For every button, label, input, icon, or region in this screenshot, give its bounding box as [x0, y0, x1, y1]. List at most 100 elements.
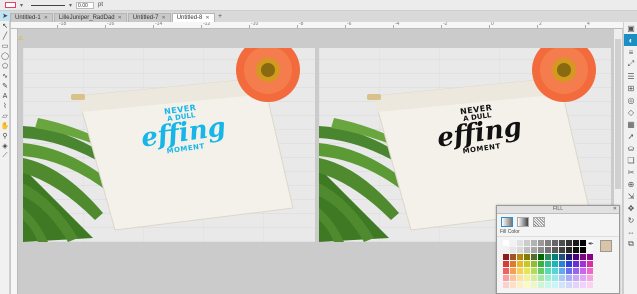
color-swatch[interactable]: [545, 282, 551, 288]
gradient-fill-button[interactable]: [517, 216, 529, 227]
color-swatch[interactable]: [566, 261, 572, 267]
library-icon[interactable]: ▦: [624, 118, 637, 130]
line-style-dropdown-icon[interactable]: ▾: [69, 2, 72, 9]
color-swatch[interactable]: [524, 261, 530, 267]
color-swatch[interactable]: [580, 275, 586, 281]
group-icon[interactable]: ⧉: [624, 238, 637, 250]
color-swatch[interactable]: [517, 261, 523, 267]
color-swatch[interactable]: [580, 254, 586, 260]
color-swatch[interactable]: [538, 268, 544, 274]
close-icon[interactable]: ✕: [161, 14, 165, 22]
color-swatch[interactable]: [552, 247, 558, 253]
pen-icon[interactable]: ✎: [0, 81, 10, 91]
add-tab-icon[interactable]: +: [216, 13, 225, 22]
color-swatch[interactable]: [538, 282, 544, 288]
line-style-sample[interactable]: [31, 4, 66, 6]
color-swatch[interactable]: [580, 268, 586, 274]
color-swatch[interactable]: [552, 254, 558, 260]
color-swatch[interactable]: [531, 261, 537, 267]
color-swatch[interactable]: [545, 247, 551, 253]
page-setup-icon[interactable]: ▣: [624, 22, 637, 34]
curve-icon[interactable]: ∿: [0, 71, 10, 81]
mirror-icon[interactable]: ⇔: [624, 226, 637, 238]
fill-bucket-icon[interactable]: ◈: [0, 141, 10, 151]
color-swatch[interactable]: [559, 247, 565, 253]
pattern-fill-button[interactable]: [533, 216, 545, 227]
close-icon[interactable]: ✕: [44, 14, 48, 22]
select-arrow-icon[interactable]: ➤: [0, 11, 10, 21]
color-swatch[interactable]: [503, 254, 509, 260]
color-swatch[interactable]: [517, 268, 523, 274]
color-swatch[interactable]: [573, 254, 579, 260]
rectangle-icon[interactable]: ▭: [0, 41, 10, 51]
color-swatch[interactable]: [545, 240, 551, 246]
tab-untitled-8[interactable]: Untitled-8 ✕: [171, 13, 215, 22]
color-swatch[interactable]: [510, 254, 516, 260]
selected-color-swatch[interactable]: [600, 240, 612, 252]
color-swatch[interactable]: [573, 247, 579, 253]
color-swatch[interactable]: [566, 240, 572, 246]
color-swatch[interactable]: [552, 275, 558, 281]
color-swatch[interactable]: [559, 268, 565, 274]
color-swatch[interactable]: [517, 254, 523, 260]
fill-icon[interactable]: ◐: [624, 34, 637, 46]
color-swatch[interactable]: [510, 275, 516, 281]
color-swatch[interactable]: [566, 247, 572, 253]
color-swatch[interactable]: [552, 261, 558, 267]
color-swatch[interactable]: [573, 282, 579, 288]
color-swatch[interactable]: [559, 261, 565, 267]
color-swatch[interactable]: [545, 261, 551, 267]
ellipse-icon[interactable]: ◯: [0, 51, 10, 61]
close-icon[interactable]: ✕: [205, 14, 209, 22]
color-swatch[interactable]: [538, 275, 544, 281]
color-swatch[interactable]: [503, 268, 509, 274]
color-swatch[interactable]: [524, 240, 530, 246]
color-swatch[interactable]: [573, 261, 579, 267]
rotate-icon[interactable]: ↻: [624, 214, 637, 226]
color-swatch[interactable]: [573, 268, 579, 274]
color-swatch[interactable]: [510, 261, 516, 267]
color-swatch[interactable]: [552, 240, 558, 246]
close-icon[interactable]: ✕: [118, 14, 122, 22]
weld-icon[interactable]: ⊕: [624, 178, 637, 190]
color-swatch[interactable]: [566, 268, 572, 274]
mockup-image-blue[interactable]: NEVER A DULL effing MOMENT: [23, 48, 315, 242]
color-swatch[interactable]: [503, 247, 509, 253]
polygon-icon[interactable]: ⬠: [0, 61, 10, 71]
knife-icon[interactable]: ⌇: [0, 101, 10, 111]
solid-fill-button[interactable]: [501, 216, 513, 227]
color-swatch[interactable]: [517, 282, 523, 288]
color-swatch[interactable]: [503, 275, 509, 281]
color-swatch[interactable]: [531, 268, 537, 274]
color-swatch[interactable]: [524, 254, 530, 260]
color-swatch[interactable]: [517, 247, 523, 253]
move-icon[interactable]: ✥: [624, 202, 637, 214]
store-icon[interactable]: ⛀: [624, 142, 637, 154]
color-swatch[interactable]: [552, 268, 558, 274]
color-swatch[interactable]: [545, 268, 551, 274]
align-icon[interactable]: ☰: [624, 70, 637, 82]
line-icon[interactable]: ╱: [0, 31, 10, 41]
color-swatch[interactable]: [580, 240, 586, 246]
color-swatch[interactable]: [559, 275, 565, 281]
color-swatch[interactable]: [566, 282, 572, 288]
color-swatch[interactable]: [538, 240, 544, 246]
color-swatch[interactable]: [538, 254, 544, 260]
close-icon[interactable]: ✕: [613, 206, 617, 213]
color-swatch[interactable]: [524, 247, 530, 253]
color-swatch[interactable]: [587, 261, 593, 267]
color-swatch[interactable]: [559, 282, 565, 288]
color-swatch[interactable]: [524, 275, 530, 281]
replicate-icon[interactable]: ⊞: [624, 82, 637, 94]
color-swatch[interactable]: [510, 268, 516, 274]
node-edit-icon[interactable]: ↖: [0, 21, 10, 31]
color-swatch[interactable]: [503, 240, 509, 246]
eyedropper-icon[interactable]: ⟋: [0, 151, 10, 161]
color-swatch[interactable]: [538, 261, 544, 267]
pan-icon[interactable]: ✋: [0, 121, 10, 131]
zoom-icon[interactable]: ⚲: [0, 131, 10, 141]
color-swatch[interactable]: [531, 254, 537, 260]
fill-panel-header[interactable]: FILL ✕: [497, 206, 619, 214]
color-swatch[interactable]: [538, 247, 544, 253]
color-swatch[interactable]: [503, 261, 509, 267]
